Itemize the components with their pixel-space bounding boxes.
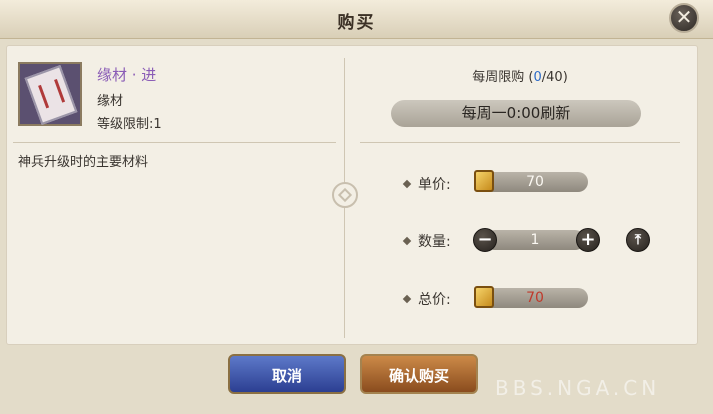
close-icon[interactable]: ✕	[669, 3, 699, 33]
bullet-icon	[402, 236, 412, 246]
price-value: 70	[482, 172, 588, 192]
weekly-bought-count: 0	[533, 70, 542, 85]
confirm-purchase-button[interactable]: 确认购买	[360, 354, 478, 394]
quantity-label: 数量:	[418, 234, 451, 250]
total-value: 70	[526, 290, 544, 306]
bullet-icon	[402, 179, 412, 189]
dialog-title: 购买	[337, 13, 376, 33]
ticket-icon	[474, 286, 494, 308]
item-description: 神兵升级时的主要材料	[18, 155, 149, 170]
quantity-value[interactable]: 1	[485, 230, 585, 250]
minus-button[interactable]: −	[473, 228, 497, 252]
price-label: 单价:	[418, 177, 451, 193]
ornament-icon	[332, 182, 358, 208]
item-type: 缘材	[97, 94, 124, 109]
weekly-max-count: 40	[546, 70, 563, 85]
ticket-icon	[474, 170, 494, 192]
price-label-row: 单价:	[402, 174, 451, 194]
item-icon	[18, 62, 82, 126]
item-name: 缘材 · 进	[97, 66, 157, 84]
weekly-limit-label: 每周限购	[472, 70, 525, 85]
item-level-limit: 等级限制:1	[97, 117, 162, 132]
cancel-button[interactable]: 取消	[228, 354, 346, 394]
quantity-label-row: 数量:	[402, 231, 451, 251]
weekly-limit: 每周限购 (0/40)	[360, 66, 680, 85]
left-divider	[13, 142, 336, 143]
refresh-info: 每周一0:00刷新	[391, 100, 641, 127]
watermark: BBS.NGA.CN	[495, 376, 661, 400]
total-label: 总价:	[418, 292, 451, 308]
card-icon	[24, 65, 78, 125]
total-label-row: 总价:	[402, 289, 451, 309]
right-divider	[360, 142, 680, 143]
plus-button[interactable]: +	[576, 228, 600, 252]
weekly-limit-close: )	[562, 70, 568, 85]
bullet-icon	[402, 294, 412, 304]
total-value-box: 70	[482, 288, 588, 308]
max-button[interactable]: ⤒	[626, 228, 650, 252]
dialog-header: 购买 ✕	[0, 0, 713, 39]
